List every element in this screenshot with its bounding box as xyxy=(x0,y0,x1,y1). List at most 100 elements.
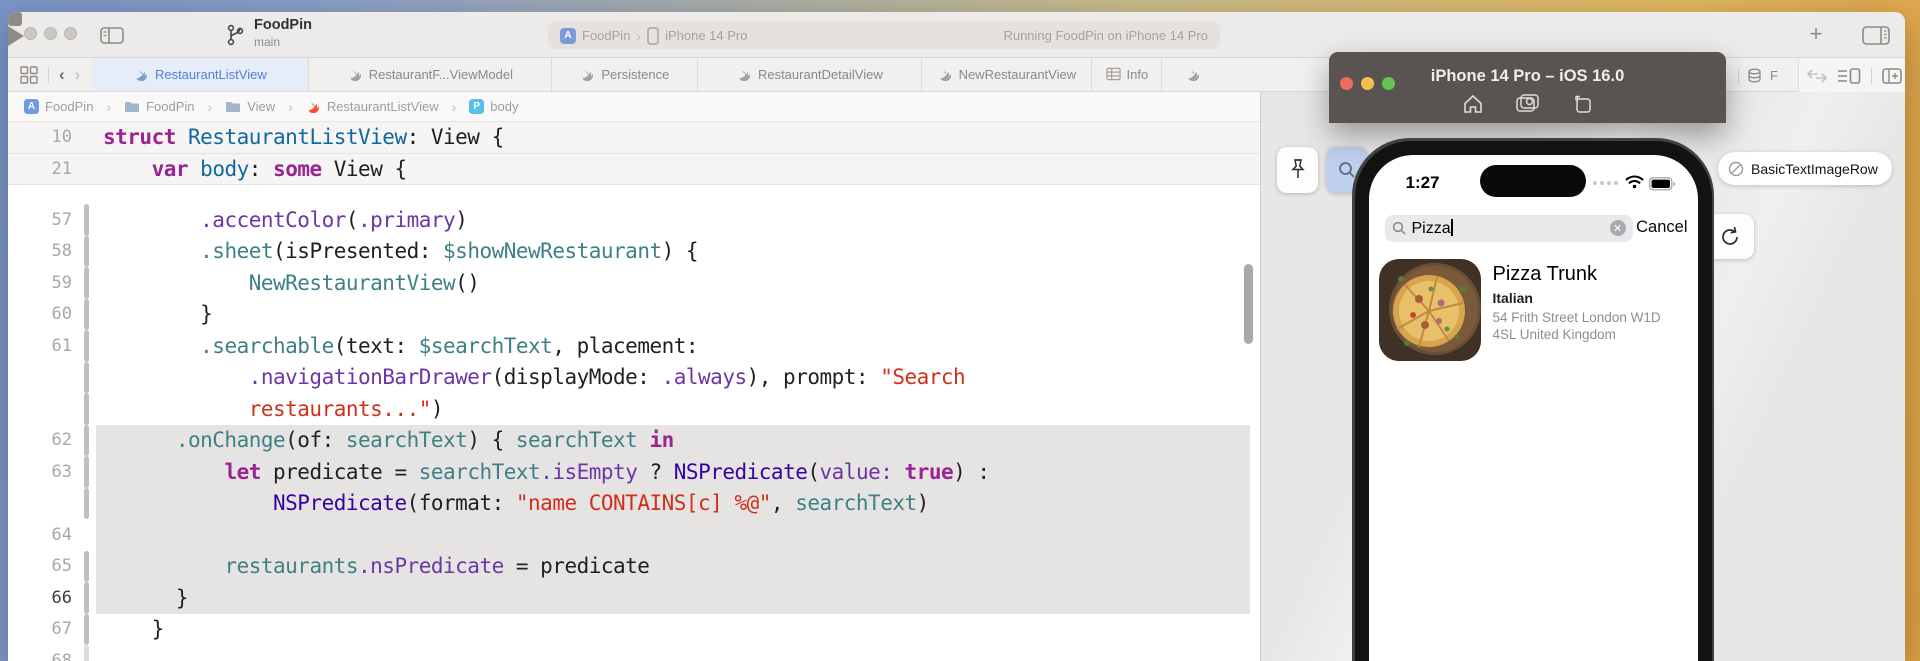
scheme-name[interactable]: FoodPin xyxy=(582,28,630,43)
database-icon xyxy=(1747,68,1762,84)
breadcrumb-body[interactable]: Pbody xyxy=(469,99,518,114)
run-destination[interactable]: iPhone 14 Pro xyxy=(665,28,747,43)
code-line-66[interactable]: 66 } xyxy=(8,582,1260,614)
screenshot-camera-icon[interactable] xyxy=(1515,94,1540,114)
code-line-68[interactable]: 68 xyxy=(8,645,1260,661)
line-number: 10 xyxy=(51,127,72,148)
source-editor[interactable]: 57 .accentColor(.primary) 58 .sheet(isPre… xyxy=(8,122,1260,661)
code-line-67[interactable]: 67 } xyxy=(8,613,1260,645)
search-bar: Pizza ✕ Cancel xyxy=(1369,214,1698,242)
code-line-64[interactable]: 64 xyxy=(8,519,1260,551)
selected-view-badge[interactable]: BasicTextImageRow xyxy=(1718,152,1892,185)
jump-bar[interactable]: A FoodPin › FoodPin › View › RestaurantListView… xyxy=(8,92,1260,122)
stop-button[interactable] xyxy=(8,12,22,26)
clear-search-button[interactable]: ✕ xyxy=(1609,220,1626,236)
code-line-60[interactable]: 60 } xyxy=(8,298,1260,330)
code-line-58[interactable]: 58 .sheet(isPresented: $showNewRestauran… xyxy=(8,235,1260,267)
search-text: Pizza xyxy=(1411,219,1451,237)
minimize-window-button[interactable] xyxy=(44,27,57,40)
change-bar xyxy=(84,519,89,551)
swift-icon xyxy=(737,67,752,82)
simulator-titlebar[interactable]: iPhone 14 Pro – iOS 16.0 xyxy=(1329,52,1726,123)
folder-icon xyxy=(225,100,241,113)
tab-Info[interactable]: Info xyxy=(1091,58,1161,91)
tab-fragment-datamodel[interactable]: F xyxy=(1738,59,1778,92)
line-number: 63 xyxy=(51,461,72,482)
code-line-63[interactable]: 63 let predicate = searchText.isEmpty ? … xyxy=(8,456,1260,488)
change-bar xyxy=(84,582,89,614)
swift-icon xyxy=(134,67,149,82)
line-number: 64 xyxy=(51,524,72,545)
device-screen: 1:27 Pizza ✕ Cancel Pizza Trunk Italian … xyxy=(1368,154,1698,661)
tab-RestaurantDetailView[interactable]: RestaurantDetailView xyxy=(697,58,921,91)
run-button[interactable] xyxy=(8,26,24,46)
code-line-61[interactable]: 61 .searchable(text: $searchText, placem… xyxy=(8,330,1260,362)
change-bar xyxy=(84,487,89,519)
battery-icon xyxy=(1648,176,1675,190)
editor-scrollbar[interactable] xyxy=(1244,264,1253,344)
tab-NewRestaurantView[interactable]: NewRestaurantView xyxy=(921,58,1091,91)
change-bar xyxy=(84,424,89,456)
swift-icon xyxy=(348,67,363,82)
breadcrumb-FoodPin[interactable]: A FoodPin xyxy=(24,99,93,114)
pin-preview-button[interactable] xyxy=(1277,147,1318,193)
change-bar xyxy=(84,235,89,267)
code-line-wrap[interactable]: .navigationBarDrawer(displayMode: .alway… xyxy=(8,361,1260,393)
code-line-wrap[interactable]: NSPredicate(format: "name CONTAINS[c] %@… xyxy=(8,487,1260,519)
restaurant-list-item[interactable]: Pizza Trunk Italian 54 Frith Street Lond… xyxy=(1378,258,1692,361)
slash-circle-icon xyxy=(1728,161,1744,176)
code-line-wrap[interactable]: restaurants...") xyxy=(8,393,1260,425)
change-bar xyxy=(84,645,89,661)
tab-Persistence[interactable]: Persistence xyxy=(551,58,697,91)
library-plus-button[interactable]: + xyxy=(1806,23,1826,45)
scheme-selector[interactable]: A FoodPin › iPhone 14 Pro Running FoodPi… xyxy=(548,22,1220,49)
code-line-62[interactable]: 62 .onChange(of: searchText) { searchTex… xyxy=(8,424,1260,456)
git-branch-name: main xyxy=(254,35,281,49)
navigator-sidebar-toggle-icon[interactable] xyxy=(100,27,124,44)
line-number: 60 xyxy=(51,304,72,325)
code-line-57[interactable]: 57 .accentColor(.primary) xyxy=(8,204,1260,236)
refresh-icon xyxy=(1722,226,1738,245)
code-line-21[interactable]: 21 var body: some View { xyxy=(8,153,1260,185)
wifi-icon xyxy=(1625,175,1643,188)
tab-fragment-label: F xyxy=(1770,68,1778,83)
breadcrumb-View[interactable]: View xyxy=(225,99,275,114)
change-bar xyxy=(84,550,89,582)
add-editor-icon[interactable] xyxy=(1882,67,1902,84)
editor-options-icon[interactable] xyxy=(1837,67,1861,84)
go-back-button[interactable]: ‹ xyxy=(59,65,65,85)
breadcrumb-FoodPin[interactable]: FoodPin xyxy=(124,99,195,114)
swift-icon xyxy=(1186,67,1201,82)
status-bar-time: 1:27 xyxy=(1405,172,1440,192)
code-text: var body: some View { xyxy=(151,156,408,181)
zoom-window-button[interactable] xyxy=(64,27,77,40)
line-number: 59 xyxy=(51,272,72,293)
close-window-button[interactable] xyxy=(24,27,37,40)
property-icon: P xyxy=(469,99,485,114)
line-number: 21 xyxy=(51,158,72,179)
code-text: } xyxy=(103,617,165,642)
code-line-10[interactable]: 10 struct RestaurantListView: View { xyxy=(8,122,1260,154)
home-button-icon[interactable] xyxy=(1462,94,1484,114)
code-line-65[interactable]: 65 restaurants.nsPredicate = predicate xyxy=(8,550,1260,582)
cancel-button[interactable]: Cancel xyxy=(1636,218,1687,237)
code-review-icon[interactable] xyxy=(1807,68,1827,83)
search-field[interactable]: Pizza ✕ xyxy=(1384,214,1633,242)
app-icon: A xyxy=(24,99,39,114)
rotate-device-icon[interactable] xyxy=(1572,94,1594,114)
tab-RestaurantListView[interactable]: RestaurantListView xyxy=(92,58,309,91)
folder-icon xyxy=(124,100,140,113)
tab-overview-icon[interactable] xyxy=(20,65,38,84)
line-number: 61 xyxy=(51,335,72,356)
text-cursor xyxy=(1450,218,1453,236)
app-icon: A xyxy=(560,27,576,44)
code-text: .onChange(of: searchText) { searchText i… xyxy=(175,428,674,453)
tab-RestaurantF...ViewModel[interactable]: RestaurantF...ViewModel xyxy=(308,58,551,91)
inspector-sidebar-toggle-icon[interactable] xyxy=(1862,26,1890,45)
code-text: restaurants.nsPredicate = predicate xyxy=(224,554,650,579)
go-forward-button[interactable]: › xyxy=(75,65,81,85)
git-branch-icon xyxy=(227,24,244,46)
breadcrumb-RestaurantListView[interactable]: RestaurantListView xyxy=(306,99,439,114)
divider xyxy=(1871,67,1872,84)
code-line-59[interactable]: 59 NewRestaurantView() xyxy=(8,267,1260,299)
